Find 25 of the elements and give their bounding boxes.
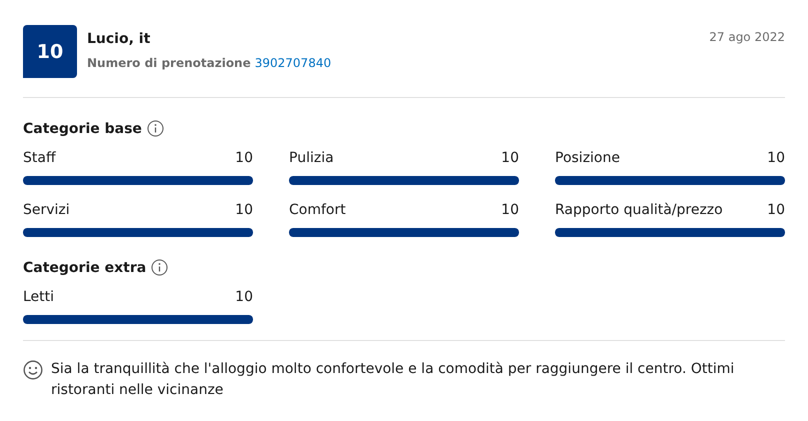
category-score: 10 xyxy=(767,202,785,218)
booking-number: 3902707840 xyxy=(254,56,332,70)
category-name: Staff xyxy=(23,150,56,166)
category-score: 10 xyxy=(235,289,253,305)
category-score: 10 xyxy=(767,150,785,166)
category-score: 10 xyxy=(501,202,519,218)
category-name: Pulizia xyxy=(289,150,334,166)
info-icon[interactable] xyxy=(151,259,168,276)
category-score: 10 xyxy=(501,150,519,166)
score-badge: 10 xyxy=(23,25,77,78)
smiley-icon xyxy=(23,360,43,380)
review-date: 27 ago 2022 xyxy=(709,29,785,44)
category-score: 10 xyxy=(235,150,253,166)
review-comment: Sia la tranquillità che l'alloggio molto confortevole e la comodità per raggiungere il centro. Ottimi ristoranti nelle vicinanze xyxy=(51,360,736,400)
section-title: Categorie extra xyxy=(23,260,146,276)
category-score: 10 xyxy=(235,202,253,218)
category-name: Servizi xyxy=(23,202,70,218)
booking-label: Numero di prenotazione xyxy=(87,56,251,70)
category-name: Posizione xyxy=(555,150,620,166)
category-name: Rapporto qualità/prezzo xyxy=(555,202,723,218)
category-name: Comfort xyxy=(289,202,346,218)
category-name: Letti xyxy=(23,289,54,305)
info-icon[interactable] xyxy=(146,120,164,137)
section-title: Categorie base xyxy=(23,120,142,136)
reviewer-name: Lucio, it xyxy=(87,31,152,47)
